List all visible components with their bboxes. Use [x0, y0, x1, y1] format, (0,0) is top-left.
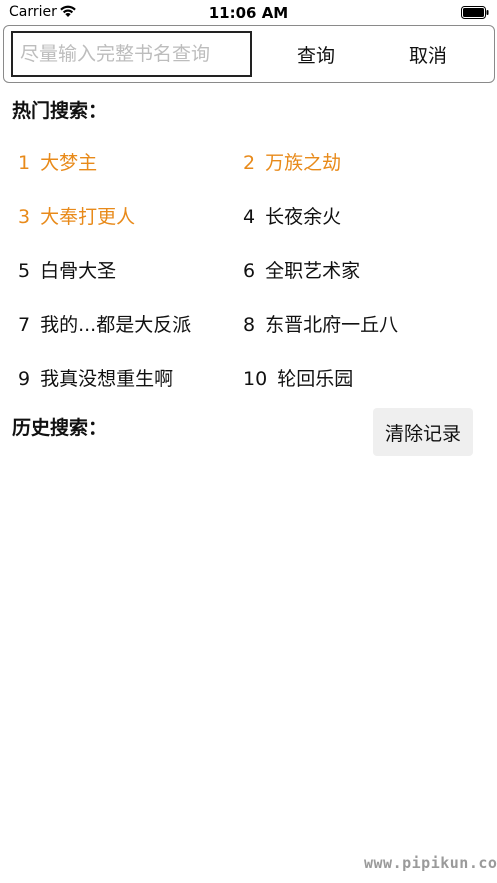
hot-rank: 7 — [18, 314, 31, 336]
hot-book-name: 东晋北府一丘八 — [265, 314, 399, 336]
cancel-button[interactable]: 取消 — [386, 32, 470, 76]
hot-book-name: 白骨大圣 — [40, 260, 117, 282]
hot-search-item[interactable]: 8 东晋北府一丘八 — [243, 312, 398, 338]
hot-search-item[interactable]: 10 轮回乐园 — [243, 366, 353, 392]
hot-search-item[interactable]: 4 长夜余火 — [243, 204, 341, 230]
hot-book-name: 我的...都是大反派 — [40, 314, 192, 336]
hot-search-item[interactable]: 1 大梦主 — [18, 150, 97, 176]
hot-rank: 10 — [243, 368, 268, 390]
hot-book-name: 长夜余火 — [265, 206, 342, 228]
clear-history-button[interactable]: 清除记录 — [373, 408, 473, 456]
hot-search-title: 热门搜索： — [12, 100, 108, 122]
search-bar: 查询 取消 — [3, 25, 495, 83]
hot-rank: 5 — [18, 260, 31, 282]
hot-search-item[interactable]: 3 大奉打更人 — [18, 204, 135, 230]
battery-icon — [461, 6, 489, 19]
hot-search-item[interactable]: 2 万族之劫 — [243, 150, 341, 176]
hot-search-item[interactable]: 7 我的...都是大反派 — [18, 312, 191, 338]
hot-search-item[interactable]: 5 白骨大圣 — [18, 258, 116, 284]
status-bar: Carrier 11:06 AM — [0, 0, 497, 26]
search-input[interactable] — [11, 31, 252, 77]
hot-book-name: 大奉打更人 — [40, 206, 136, 228]
status-time: 11:06 AM — [208, 4, 289, 22]
history-search-title: 历史搜索： — [12, 417, 108, 439]
hot-book-name: 轮回乐园 — [277, 368, 354, 390]
hot-rank: 2 — [243, 152, 256, 174]
query-button[interactable]: 查询 — [274, 32, 358, 76]
hot-rank: 4 — [243, 206, 256, 228]
hot-rank: 9 — [18, 368, 31, 390]
hot-rank: 1 — [18, 152, 31, 174]
hot-rank: 3 — [18, 206, 31, 228]
watermark: www.pipikun.com — [364, 854, 497, 872]
hot-search-item[interactable]: 9 我真没想重生啊 — [18, 366, 173, 392]
hot-book-name: 大梦主 — [40, 152, 98, 174]
hot-rank: 8 — [243, 314, 256, 336]
hot-book-name: 全职艺术家 — [265, 260, 361, 282]
hot-book-name: 万族之劫 — [265, 152, 342, 174]
hot-rank: 6 — [243, 260, 256, 282]
hot-search-item[interactable]: 6 全职艺术家 — [243, 258, 360, 284]
hot-book-name: 我真没想重生啊 — [40, 368, 174, 390]
